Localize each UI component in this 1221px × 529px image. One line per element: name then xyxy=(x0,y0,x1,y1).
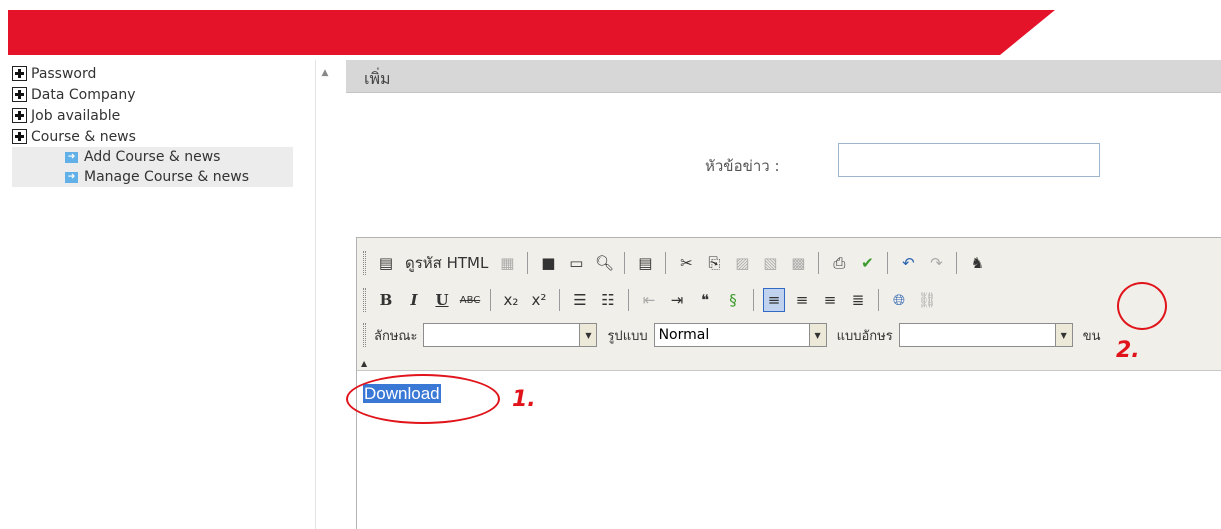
section-header: เพิ่ม xyxy=(346,60,1221,93)
expand-icon[interactable] xyxy=(12,66,27,81)
blockquote-icon[interactable]: ❝ xyxy=(694,288,716,312)
sidebar-item-data-company[interactable]: Data Company xyxy=(12,84,297,105)
ordered-list-icon[interactable]: ☰ xyxy=(569,288,591,312)
sidebar-subitem-label: Manage Course & news xyxy=(84,169,249,185)
toolbar-separator xyxy=(818,252,820,274)
align-center-icon[interactable]: ≡ xyxy=(791,288,813,312)
toolbar-row-3: ลักษณะ ▼ รูปแบบ Normal ▼ แบบอักษร ▼ ขน xyxy=(363,320,1106,350)
style-value xyxy=(424,324,579,346)
toolbar-grip xyxy=(363,251,366,275)
font-select[interactable]: ▼ xyxy=(898,323,1073,347)
format-label: รูปแบบ xyxy=(607,328,648,344)
print-icon[interactable]: ⎙ xyxy=(828,251,850,275)
paste-word-icon-2[interactable]: ▩ xyxy=(787,251,809,275)
strikethrough-icon[interactable]: ABC xyxy=(459,288,481,312)
toolbar-separator xyxy=(878,289,879,311)
bold-icon[interactable]: B xyxy=(375,288,397,312)
underline-icon[interactable]: U xyxy=(431,288,453,312)
chevron-down-icon[interactable]: ▼ xyxy=(579,324,597,346)
spellcheck-icon[interactable]: ✔ xyxy=(856,251,878,275)
justify-icon[interactable]: ≣ xyxy=(847,288,869,312)
format-value: Normal xyxy=(658,327,710,343)
sidebar-subitem-label: Add Course & news xyxy=(84,149,221,165)
redo-icon[interactable]: ↷ xyxy=(925,251,947,275)
preview-icon[interactable]: 🔍︎ xyxy=(593,251,615,275)
toolbar-separator xyxy=(559,289,560,311)
toolbar-separator xyxy=(624,252,626,274)
collapse-toolbar-icon[interactable]: ▲ xyxy=(361,359,367,368)
header-banner xyxy=(0,0,1221,60)
expand-icon[interactable] xyxy=(12,108,27,123)
align-right-icon[interactable]: ≡ xyxy=(819,288,841,312)
link-icon[interactable]: 🌐︎ xyxy=(888,288,910,312)
font-label: แบบอักษร xyxy=(836,328,893,344)
toolbar-separator xyxy=(887,252,889,274)
undo-icon[interactable]: ↶ xyxy=(897,251,919,275)
toolbar-grip xyxy=(363,288,366,312)
source-icon[interactable]: ▤ xyxy=(375,251,397,275)
sidebar-item-password[interactable]: Password xyxy=(12,63,297,84)
find-icon[interactable]: ♞ xyxy=(966,251,988,275)
div-icon[interactable]: § xyxy=(722,288,744,312)
annotation-step-1: 1. xyxy=(512,387,536,412)
rich-text-editor: ▤ ดูรหัส HTML ▦ ■ ▭ 🔍︎ ▤ ✂ ⎘ ▨ ▧ ▩ ⎙ ✔ ↶… xyxy=(356,237,1221,529)
sidebar: Password Data Company Job available Cour… xyxy=(0,60,316,529)
sidebar-item-label: Password xyxy=(31,65,97,82)
chevron-down-icon[interactable]: ▼ xyxy=(808,324,826,346)
toolbar-separator xyxy=(753,289,754,311)
toolbar-separator xyxy=(628,289,629,311)
expand-icon[interactable] xyxy=(12,87,27,102)
annotation-step-2: 2. xyxy=(1116,338,1140,363)
indent-icon[interactable]: ⇥ xyxy=(666,288,688,312)
toolbar-separator xyxy=(956,252,958,274)
scroll-up-icon[interactable]: ▲ xyxy=(320,68,330,78)
editor-toolbar: ▤ ดูรหัส HTML ▦ ■ ▭ 🔍︎ ▤ ✂ ⎘ ▨ ▧ ▩ ⎙ ✔ ↶… xyxy=(357,238,1221,371)
toolbar-row-2: B I U ABC x₂ x² ☰ ☷ ⇤ ⇥ ❝ § ≡ ≡ ≡ ≣ 🌐︎ ⛓ xyxy=(363,285,941,315)
italic-icon[interactable]: I xyxy=(403,288,425,312)
template-icon[interactable]: ▤ xyxy=(634,251,656,275)
subscript-icon[interactable]: x₂ xyxy=(500,288,522,312)
headline-input[interactable] xyxy=(838,143,1100,177)
toolbar-row-1: ▤ ดูรหัส HTML ▦ ■ ▭ 🔍︎ ▤ ✂ ⎘ ▨ ▧ ▩ ⎙ ✔ ↶… xyxy=(363,248,991,278)
paste-word-icon[interactable]: ▧ xyxy=(759,251,781,275)
sidebar-item-job-available[interactable]: Job available xyxy=(12,105,297,126)
superscript-icon[interactable]: x² xyxy=(528,288,550,312)
sidebar-tree: Password Data Company Job available Cour… xyxy=(12,63,297,187)
style-select[interactable]: ▼ xyxy=(423,323,598,347)
unlink-icon[interactable]: ⛓ xyxy=(916,288,938,312)
size-label: ขน xyxy=(1082,328,1101,344)
annotation-ellipse-1 xyxy=(346,374,500,424)
toolbar-separator xyxy=(527,252,529,274)
font-value xyxy=(900,324,1055,346)
toolbar-separator xyxy=(490,289,491,311)
sidebar-subitem-add-course-news[interactable]: ➜ Add Course & news xyxy=(12,147,293,167)
bullet-list-icon[interactable]: ☷ xyxy=(597,288,619,312)
new-page-icon[interactable]: ▭ xyxy=(565,251,587,275)
chevron-down-icon[interactable]: ▼ xyxy=(1054,324,1072,346)
section-title: เพิ่ม xyxy=(364,69,391,88)
toolbar-grip xyxy=(363,323,366,347)
sidebar-item-course-news[interactable]: Course & news xyxy=(12,126,297,147)
arrow-right-icon: ➜ xyxy=(65,171,78,183)
save-icon[interactable]: ■ xyxy=(537,251,559,275)
paste-text-icon[interactable]: ▨ xyxy=(731,251,753,275)
sidebar-submenu: ➜ Add Course & news ➜ Manage Course & ne… xyxy=(12,147,293,187)
sidebar-subitem-manage-course-news[interactable]: ➜ Manage Course & news xyxy=(12,167,293,187)
source-button[interactable]: ดูรหัส HTML xyxy=(403,251,490,275)
copy-icon[interactable]: ⎘ xyxy=(703,251,725,275)
format-select[interactable]: Normal ▼ xyxy=(653,323,827,347)
paste-icon[interactable]: ▦ xyxy=(496,251,518,275)
align-left-icon[interactable]: ≡ xyxy=(763,288,785,312)
outdent-icon[interactable]: ⇤ xyxy=(638,288,660,312)
style-label: ลักษณะ xyxy=(374,328,418,344)
sidebar-item-label: Job available xyxy=(31,107,121,124)
sidebar-item-label: Course & news xyxy=(31,128,136,145)
arrow-right-icon: ➜ xyxy=(65,151,78,163)
toolbar-separator xyxy=(665,252,667,274)
cut-icon[interactable]: ✂ xyxy=(675,251,697,275)
expand-icon[interactable] xyxy=(12,129,27,144)
annotation-ellipse-2 xyxy=(1117,282,1167,330)
sidebar-item-label: Data Company xyxy=(31,86,136,103)
headline-label: หัวข้อข่าว : xyxy=(705,157,780,175)
